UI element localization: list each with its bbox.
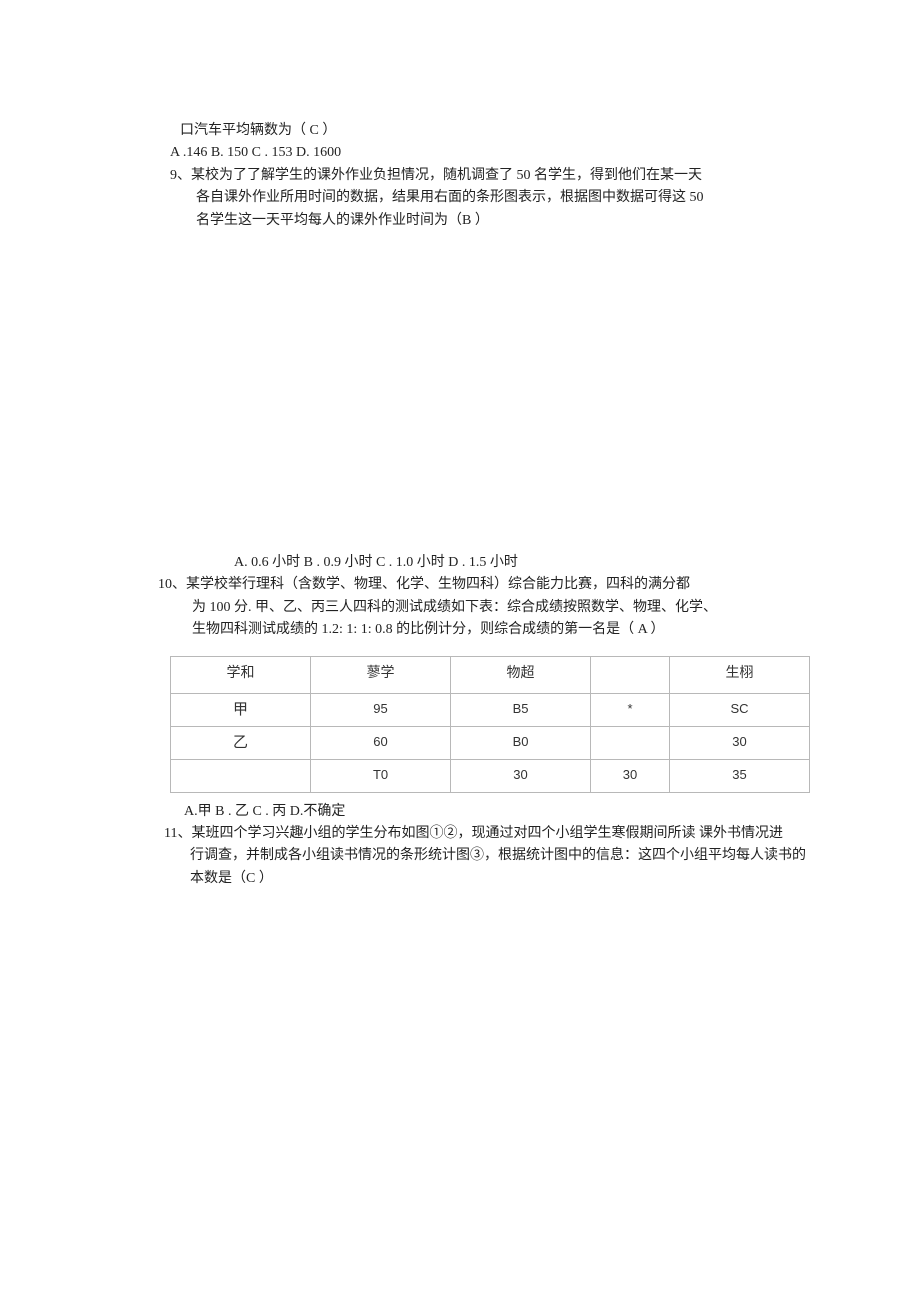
- table-cell: *: [591, 693, 670, 726]
- q10-body-line1: 为 100 分. 甲、乙、丙三人四科的测试成绩如下表：综合成绩按照数学、物理、化…: [192, 597, 810, 619]
- table-cell: 甲: [171, 693, 311, 726]
- table-cell: 乙: [171, 726, 311, 759]
- q11-body-line2: 本数是（C ）: [190, 868, 810, 890]
- q9-options: A. 0.6 小时 B . 0.9 小时 C . 1.0 小时 D . 1.5 …: [234, 552, 810, 574]
- table-cell: 95: [311, 693, 451, 726]
- q11-body-line1: 行调查，并制成各小组读书情况的条形统计图③，根据统计图中的信息：这四个小组平均每…: [190, 845, 810, 867]
- table-header-cell: 生栩: [669, 656, 809, 693]
- table-header-cell: 物超: [451, 656, 591, 693]
- q9-figure-placeholder: [110, 232, 810, 552]
- q10-options: A.甲 B . 乙 C . 丙 D.不确定: [184, 801, 810, 823]
- table-row: T0 30 30 35: [171, 759, 810, 792]
- q9-body-line1: 各自课外作业所用时间的数据，结果用右面的条形图表示，根据图中数据可得这 50: [196, 187, 810, 209]
- table-cell: 35: [669, 759, 809, 792]
- table-header-row: 学和 蓼学 物超 生栩: [171, 656, 810, 693]
- table-cell: 30: [591, 759, 670, 792]
- q8-options: A .146 B. 150 C . 153 D. 1600: [170, 142, 810, 164]
- q9-head: 9、某校为了了解学生的课外作业负担情况，随机调查了 50 名学生，得到他们在某一…: [170, 165, 810, 187]
- table-row: 甲 95 B5 * SC: [171, 693, 810, 726]
- table-cell: B0: [451, 726, 591, 759]
- q10-head: 10、某学校举行理科（含数学、物理、化学、生物四科）综合能力比赛，四科的满分都: [158, 574, 810, 596]
- table-cell: B5: [451, 693, 591, 726]
- table-header-cell: 学和: [171, 656, 311, 693]
- table-cell: SC: [669, 693, 809, 726]
- q9-body-line2: 名学生这一天平均每人的课外作业时间为（B ）: [196, 210, 810, 232]
- q11-head: 11、某班四个学习兴趣小组的学生分布如图①②，现通过对四个小组学生寒假期间所读 …: [164, 823, 800, 845]
- q10-table-wrap: 学和 蓼学 物超 生栩 甲 95 B5 * SC 乙 60 B0 30: [170, 656, 810, 793]
- document-page: 口汽车平均辆数为（ C ） A .146 B. 150 C . 153 D. 1…: [0, 0, 920, 950]
- q8-tail: 口汽车平均辆数为（ C ）: [180, 120, 810, 142]
- table-cell: 30: [669, 726, 809, 759]
- q10-body-line2: 生物四科测试成绩的 1.2: 1: 1: 0.8 的比例计分，则综合成绩的第一名…: [192, 619, 810, 641]
- table-row: 乙 60 B0 30: [171, 726, 810, 759]
- table-cell: 30: [451, 759, 591, 792]
- table-cell: T0: [311, 759, 451, 792]
- table-cell: [591, 726, 670, 759]
- table-header-cell: [591, 656, 670, 693]
- table-cell: [171, 759, 311, 792]
- table-cell: 60: [311, 726, 451, 759]
- q10-score-table: 学和 蓼学 物超 生栩 甲 95 B5 * SC 乙 60 B0 30: [170, 656, 810, 793]
- table-header-cell: 蓼学: [311, 656, 451, 693]
